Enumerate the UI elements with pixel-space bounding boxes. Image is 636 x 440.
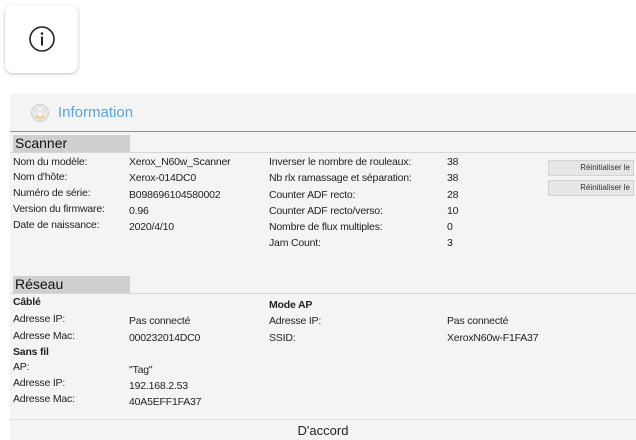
ok-button[interactable]: D'accord — [10, 422, 636, 440]
section-divider — [10, 293, 636, 294]
field-value: 0.96 — [129, 205, 149, 217]
reset-pick-separation-button[interactable]: Réinitialiser le — [548, 180, 634, 196]
field-value: 000232014DC0 — [129, 332, 201, 344]
counter-label: Counter ADF recto/verso: — [269, 205, 383, 217]
field-label: Adresse IP: — [13, 377, 66, 389]
field-label: AP: — [13, 361, 30, 373]
field-label: Nom du modèle: — [13, 156, 88, 168]
counter-value: 38 — [447, 156, 459, 168]
field-value: Xerox-014DC0 — [129, 172, 197, 184]
field-value: 2020/4/10 — [129, 221, 174, 233]
field-value: B098696104580002 — [129, 189, 221, 201]
field-label: Nom d'hôte: — [13, 171, 68, 183]
ap-mode-heading: Mode AP — [269, 299, 313, 311]
counter-label: Inverser le nombre de rouleaux: — [269, 156, 412, 168]
section-label-network: Réseau — [13, 276, 130, 293]
field-value: 192.168.2.53 — [129, 380, 188, 392]
field-value: 40A5EFF1FA37 — [129, 396, 202, 408]
field-value: "Tag" — [129, 364, 153, 376]
info-icon — [28, 26, 55, 52]
field-value: Pas connecté — [447, 315, 509, 327]
field-label: Adresse Mac: — [13, 330, 75, 342]
dialog-title: Information — [58, 104, 134, 121]
info-tile[interactable] — [5, 5, 78, 73]
field-label: Adresse IP: — [269, 315, 322, 327]
counter-label: Jam Count: — [269, 237, 321, 249]
field-value: Xerox_N60w_Scanner — [129, 156, 231, 168]
counter-value: 0 — [447, 221, 453, 233]
field-label: Numéro de série: — [13, 187, 91, 199]
section-divider — [10, 152, 636, 153]
counter-label: Nb rlx ramassage et séparation: — [269, 172, 412, 184]
counter-label: Counter ADF recto: — [269, 189, 356, 201]
field-value: XeroxN60w-F1FA37 — [447, 332, 539, 344]
dialog-header: Information — [10, 94, 636, 131]
section-label-scanner: Scanner — [13, 135, 130, 152]
field-label: Date de naissance: — [13, 219, 100, 231]
field-label: SSID: — [269, 332, 296, 344]
field-label: Adresse IP: — [13, 313, 66, 325]
counter-value: 28 — [447, 189, 459, 201]
field-value: Pas connecté — [129, 315, 191, 327]
counter-value: 10 — [447, 205, 459, 217]
counter-label: Nombre de flux multiples: — [269, 221, 383, 233]
counter-value: 38 — [447, 172, 459, 184]
information-dialog: Information Scanner Nom du modèle: Xerox… — [10, 94, 636, 440]
field-label: Version du firmware: — [13, 203, 105, 215]
footer-divider — [10, 419, 636, 420]
field-label: Adresse Mac: — [13, 393, 75, 405]
wired-heading: Câblé — [13, 296, 41, 308]
wireless-heading: Sans fil — [13, 346, 49, 358]
header-divider — [10, 131, 636, 132]
info-icon — [31, 103, 49, 122]
reset-roller-count-button[interactable]: Réinitialiser le — [548, 160, 634, 176]
counter-value: 3 — [447, 237, 453, 249]
